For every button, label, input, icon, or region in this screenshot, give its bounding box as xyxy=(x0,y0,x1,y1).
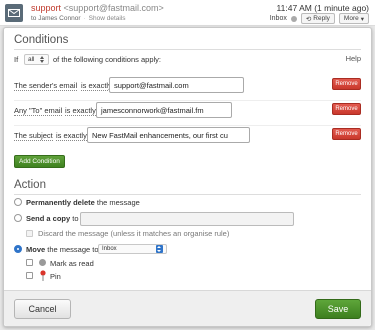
email-timestamp: 11:47 AM (1 minute ago) xyxy=(276,3,369,13)
pin-label: Pin xyxy=(50,272,61,281)
move-folder-select[interactable]: Inbox xyxy=(98,244,167,254)
reply-button[interactable]: ⟲ Reply xyxy=(300,13,335,24)
sender-name: support xyxy=(31,3,62,13)
recipient-line: to James Connor · Show details xyxy=(31,15,126,22)
remove-condition-button[interactable]: Remove xyxy=(332,128,361,140)
match-type-select[interactable]: all xyxy=(24,54,49,65)
match-type-value: all xyxy=(28,56,35,63)
condition-value-input[interactable]: jamesconnorwork@fastmail.fm xyxy=(96,102,232,118)
pin-icon xyxy=(40,270,46,281)
chevron-down-icon: ▾ xyxy=(360,15,364,23)
email-header: support <support@fastmail.com> to James … xyxy=(0,0,375,26)
action-title: Action xyxy=(14,179,46,191)
condition-operator-select[interactable]: is exactly xyxy=(81,81,112,91)
condition-field-select[interactable]: The subject xyxy=(14,131,53,141)
conditions-title: Conditions xyxy=(14,34,69,46)
reply-arrow-icon: ⟲ xyxy=(305,15,312,23)
reply-label: Reply xyxy=(313,15,330,22)
unread-dot-icon xyxy=(39,259,46,266)
if-label: If xyxy=(14,55,19,64)
folder-label: Inbox xyxy=(269,15,287,22)
row-divider xyxy=(14,100,361,101)
condition-field-select[interactable]: Any "To" email xyxy=(14,106,63,116)
recipient: to James Connor xyxy=(31,15,81,22)
status-dot-icon xyxy=(290,15,297,22)
move-folder-value: Inbox xyxy=(102,246,117,252)
remove-condition-button[interactable]: Remove xyxy=(332,78,361,90)
delete-option-label: Permanently delete the message xyxy=(26,198,140,207)
condition-operator-select[interactable]: is exactly xyxy=(65,106,96,116)
pin-checkbox[interactable] xyxy=(26,272,33,279)
mark-read-label: Mark as read xyxy=(50,259,94,268)
divider xyxy=(14,194,361,195)
sender: support <support@fastmail.com> xyxy=(31,3,164,13)
add-condition-button[interactable]: Add Condition xyxy=(14,155,65,168)
copy-address-input[interactable] xyxy=(80,212,294,226)
help-link[interactable]: Help xyxy=(346,54,361,63)
more-label: More xyxy=(343,15,359,22)
condition-value-input[interactable]: New FastMail enhancements, our first cu xyxy=(87,127,250,143)
condition-field-select[interactable]: The sender's email xyxy=(14,81,78,91)
row-divider xyxy=(14,125,361,126)
select-arrows-icon xyxy=(156,245,163,253)
remove-condition-button[interactable]: Remove xyxy=(332,103,361,115)
sender-address: <support@fastmail.com> xyxy=(63,3,164,13)
delete-radio[interactable] xyxy=(14,198,22,206)
condition-row: The subject is exactly New FastMail enha… xyxy=(14,127,361,147)
save-button[interactable]: Save xyxy=(315,299,361,319)
move-radio[interactable] xyxy=(14,245,22,253)
envelope-icon xyxy=(5,4,23,22)
dialog-footer: Cancel Save xyxy=(4,290,371,326)
discard-label: Discard the message (unless it matches a… xyxy=(38,229,230,238)
divider xyxy=(14,49,361,50)
send-copy-radio[interactable] xyxy=(14,214,22,222)
mark-read-checkbox[interactable] xyxy=(26,259,33,266)
select-arrows-icon xyxy=(40,56,45,63)
condition-row: The sender's email is exactly support@fa… xyxy=(14,77,361,101)
filter-rule-dialog: Conditions If all of the following condi… xyxy=(3,27,372,327)
match-suffix: of the following conditions apply: xyxy=(53,55,161,64)
email-toolbar: Inbox ⟲ Reply More ▾ xyxy=(270,13,369,24)
condition-row: Any "To" email is exactly jamesconnorwor… xyxy=(14,102,361,126)
more-button[interactable]: More ▾ xyxy=(338,13,369,24)
condition-operator-select[interactable]: is exactly xyxy=(56,131,87,141)
show-details-link[interactable]: Show details xyxy=(89,15,126,22)
move-option-label: Move the message to xyxy=(26,245,99,254)
cancel-button[interactable]: Cancel xyxy=(14,299,71,319)
send-copy-option-label: Send a copy to xyxy=(26,214,79,223)
discard-checkbox[interactable] xyxy=(26,230,33,237)
condition-value-input[interactable]: support@fastmail.com xyxy=(109,77,244,93)
